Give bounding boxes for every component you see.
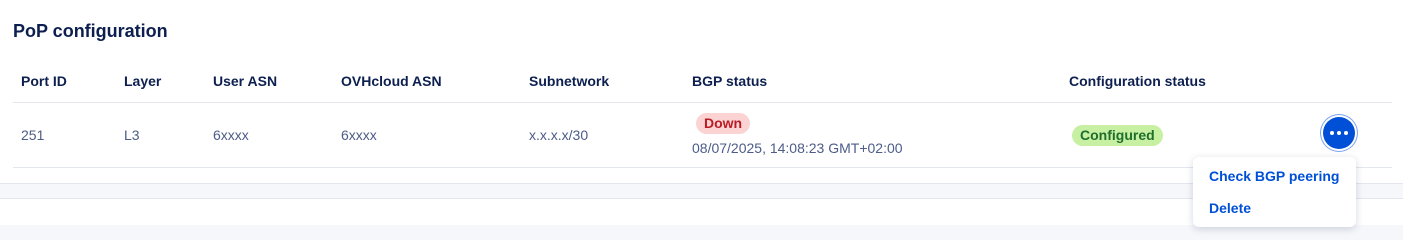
cell-port-id: 251 — [21, 127, 45, 143]
column-header-user-asn: User ASN — [213, 73, 278, 89]
cell-ovhcloud-asn: 6xxxx — [341, 127, 377, 143]
column-header-ovhcloud-asn: OVHcloud ASN — [341, 73, 442, 89]
bgp-status-timestamp: 08/07/2025, 14:08:23 GMT+02:00 — [692, 140, 903, 156]
more-horizontal-icon — [1330, 131, 1348, 135]
column-header-port-id: Port ID — [21, 73, 67, 89]
configuration-status-badge: Configured — [1072, 125, 1163, 146]
pop-configuration-card: PoP configuration Port ID Layer User ASN… — [0, 0, 1403, 184]
section-title: PoP configuration — [13, 21, 168, 41]
row-actions-button[interactable] — [1323, 117, 1355, 149]
column-header-configuration-status: Configuration status — [1069, 73, 1206, 89]
column-header-bgp-status: BGP status — [692, 73, 768, 89]
bgp-status-badge: Down — [696, 113, 751, 134]
cell-user-asn: 6xxxx — [213, 127, 249, 143]
row-divider — [13, 167, 1392, 168]
cell-layer: L3 — [124, 127, 140, 143]
row-actions-menu: Check BGP peering Delete — [1193, 157, 1356, 227]
header-divider — [13, 102, 1392, 103]
menu-item-check-bgp-peering[interactable]: Check BGP peering — [1209, 168, 1339, 184]
cell-subnetwork: x.x.x.x/30 — [529, 127, 589, 143]
menu-item-delete[interactable]: Delete — [1209, 200, 1251, 216]
column-header-subnetwork: Subnetwork — [529, 73, 610, 89]
column-header-layer: Layer — [124, 73, 162, 89]
